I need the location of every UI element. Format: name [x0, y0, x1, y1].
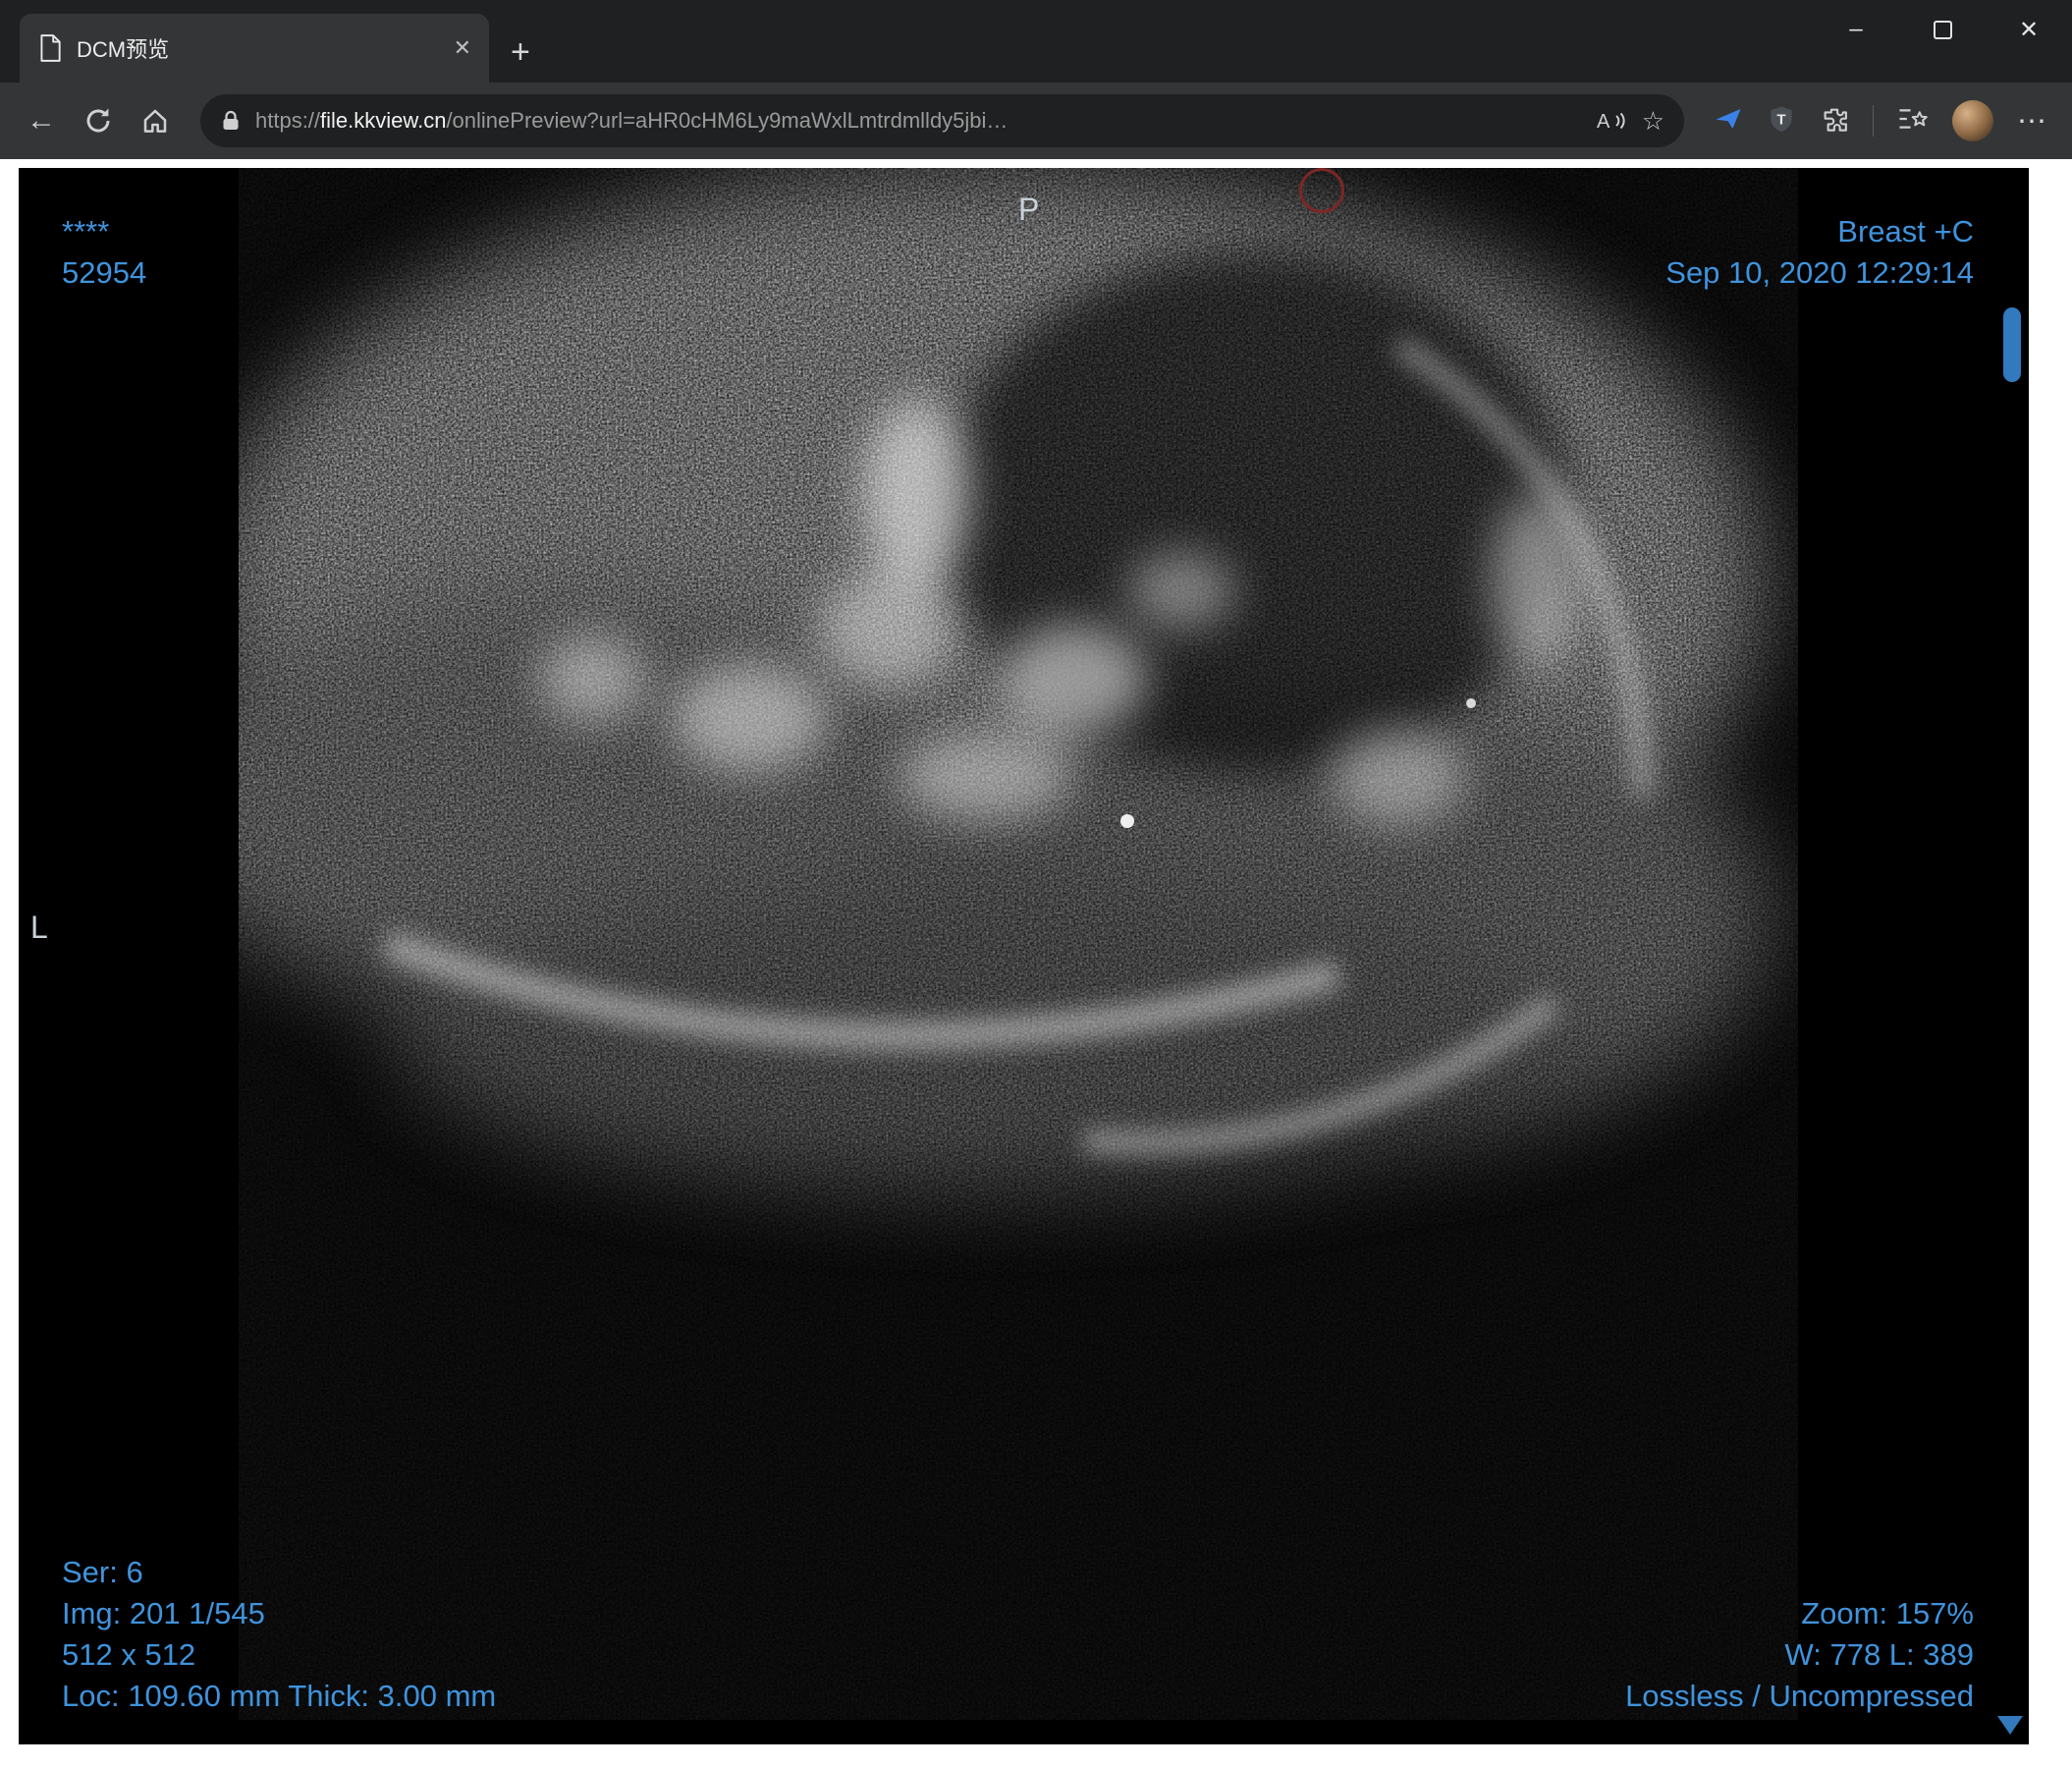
extensions-puzzle-icon[interactable]	[1820, 104, 1849, 138]
page-background: P L **** 52954 Breast +C Sep 10, 2020 12…	[0, 159, 2072, 1768]
navigation-bar: ← https://file.kkview.cn/onlinePreview?u…	[0, 83, 2072, 159]
series-number: Ser: 6	[62, 1555, 143, 1589]
read-aloud-button[interactable]: A	[1595, 107, 1628, 135]
svg-text:A: A	[1597, 111, 1610, 133]
dicom-viewer: P L **** 52954 Breast +C Sep 10, 2020 12…	[19, 168, 2029, 1744]
back-button[interactable]: ←	[18, 97, 65, 144]
tab-strip: DCM预览 ✕ + – ✕	[0, 0, 2072, 83]
window-level: W: 778 L: 389	[1784, 1637, 1974, 1672]
tab-title: DCM预览	[77, 37, 170, 62]
window-minimize-button[interactable]: –	[1813, 0, 1899, 59]
slice-location: Loc: 109.60 mm Thick: 3.00 mm	[62, 1679, 497, 1713]
new-tab-button[interactable]: +	[511, 35, 530, 69]
extension-blue-icon[interactable]	[1714, 104, 1743, 138]
window-maximize-button[interactable]	[1899, 0, 1986, 59]
url-text: https://file.kkview.cn/onlinePreview?url…	[255, 108, 1581, 134]
home-icon	[143, 109, 167, 133]
url-path: /onlinePreview?url=aHR0cHM6Ly9maWxlLmtrd…	[446, 108, 1009, 133]
favorites-hub-icon[interactable]	[1897, 104, 1929, 138]
patient-id: 52954	[62, 255, 147, 290]
window-controls: – ✕	[1813, 0, 2072, 59]
url-domain: file.kkview.cn	[320, 108, 447, 133]
study-datetime: Sep 10, 2020 12:29:14	[1665, 255, 1974, 290]
lock-icon[interactable]	[220, 109, 242, 133]
image-matrix: 512 x 512	[62, 1637, 196, 1672]
home-button[interactable]	[132, 97, 179, 144]
document-icon	[40, 34, 61, 62]
study-info-block: Breast +C Sep 10, 2020 12:29:14	[1665, 211, 1974, 294]
svg-text:T: T	[1776, 111, 1785, 128]
tab-close-button[interactable]: ✕	[454, 37, 471, 59]
shield-extension-icon[interactable]: T	[1767, 104, 1796, 138]
address-bar[interactable]: https://file.kkview.cn/onlinePreview?url…	[200, 94, 1684, 147]
image-number: Img: 201 1/545	[62, 1596, 265, 1630]
profile-avatar[interactable]	[1952, 100, 1993, 141]
series-info-block: Ser: 6 Img: 201 1/545 512 x 512 Loc: 109…	[62, 1552, 496, 1717]
patient-info-block: **** 52954	[62, 211, 146, 294]
favorite-button[interactable]: ☆	[1642, 106, 1664, 137]
orientation-marker-left: L	[30, 910, 48, 945]
refresh-button[interactable]	[75, 97, 122, 144]
viewer-scroll-down-icon[interactable]	[1997, 1716, 2023, 1735]
window-close-button[interactable]: ✕	[1986, 0, 2072, 59]
toolbar-divider	[1873, 105, 1874, 137]
dicom-image[interactable]	[239, 168, 1798, 1720]
toolbar-icons: T ⋯	[1706, 100, 2054, 141]
zoom-level: Zoom: 157%	[1801, 1596, 1974, 1630]
url-scheme: https://	[255, 108, 321, 133]
maximize-icon	[1933, 20, 1952, 39]
refresh-icon	[86, 108, 110, 133]
annotation-circle	[1299, 168, 1344, 213]
display-info-block: Zoom: 157% W: 778 L: 389 Lossless / Unco…	[1625, 1593, 1974, 1717]
browser-tab[interactable]: DCM预览 ✕	[20, 14, 489, 83]
patient-name: ****	[62, 214, 110, 249]
compression-info: Lossless / Uncompressed	[1625, 1679, 1974, 1713]
study-description: Breast +C	[1837, 214, 1974, 249]
viewer-scroll-thumb[interactable]	[2003, 307, 2021, 382]
settings-menu-button[interactable]: ⋯	[2017, 104, 2046, 138]
orientation-marker-posterior: P	[1018, 192, 1040, 227]
